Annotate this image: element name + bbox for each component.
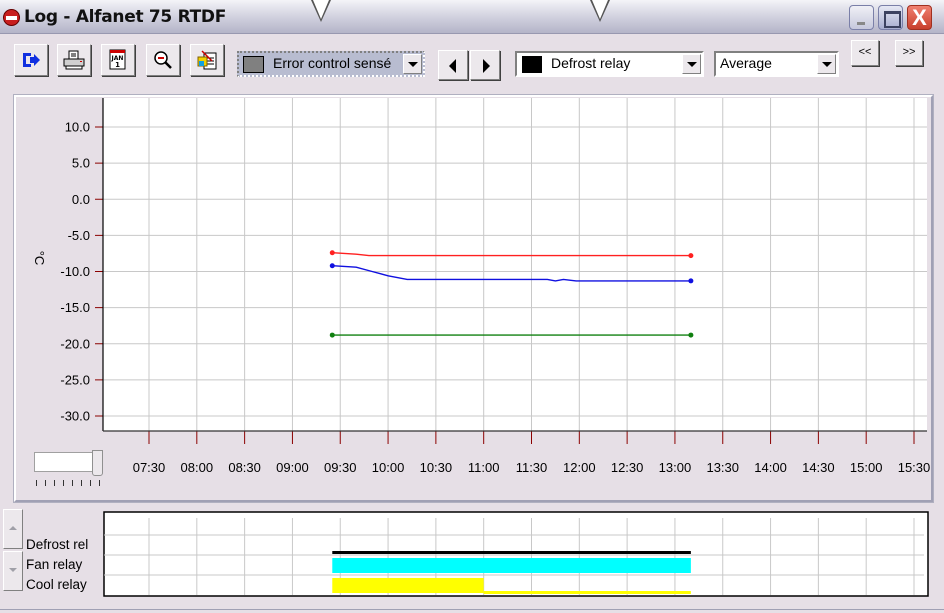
relay-timeline[interactable] xyxy=(0,0,944,613)
relay-bar-cool xyxy=(332,578,484,593)
log-window: Log - Alfanet 75 RTDF X JAN 1 Error cont… xyxy=(0,0,944,613)
relay-bar-defrost xyxy=(332,551,691,554)
relay-bar-cool xyxy=(483,591,691,594)
status-bar xyxy=(0,609,944,613)
relay-bar-fan xyxy=(332,558,691,573)
